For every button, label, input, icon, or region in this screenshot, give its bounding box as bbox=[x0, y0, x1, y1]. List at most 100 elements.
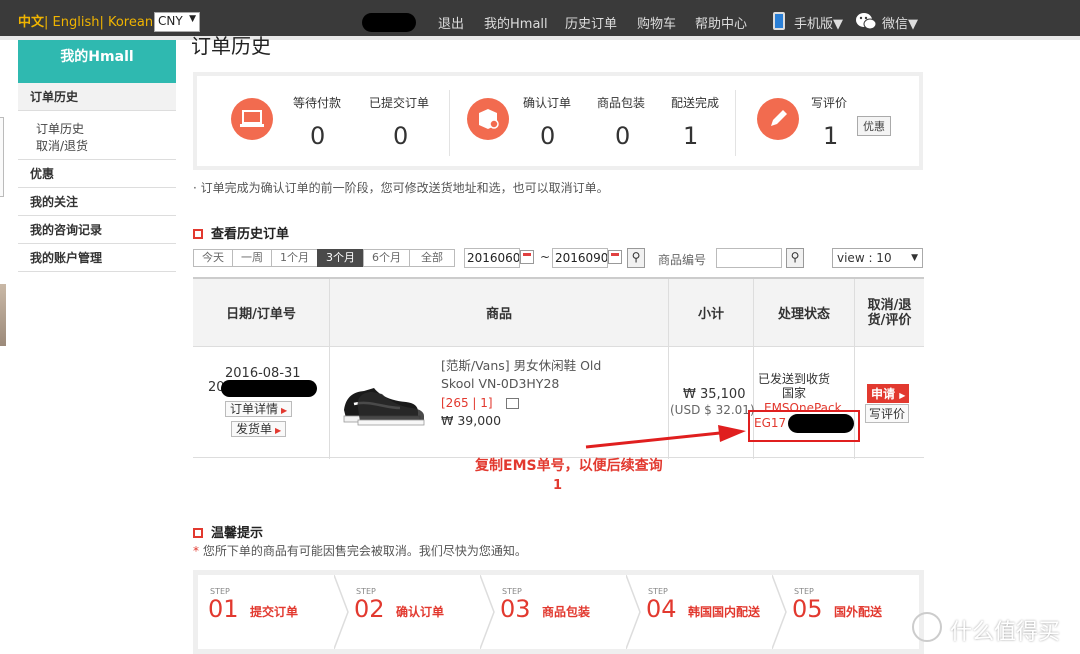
goods-number-input[interactable] bbox=[716, 248, 782, 268]
wechat-link[interactable]: 微信▼ bbox=[882, 13, 918, 32]
watermark-logo-icon bbox=[912, 612, 942, 642]
divider bbox=[449, 90, 450, 156]
cart-link[interactable]: 购物车 bbox=[637, 13, 676, 32]
delivered-count[interactable]: 1 bbox=[683, 122, 698, 150]
order-status-summary: 等待付款 0 已提交订单 0 确认订单 0 商品包装 0 配送完成 1 写评价 … bbox=[193, 72, 923, 170]
laptop-icon bbox=[231, 98, 273, 140]
period-today[interactable]: 今天 bbox=[193, 249, 233, 267]
apply-label: 申请 bbox=[871, 387, 896, 401]
step-number: 01 bbox=[208, 595, 239, 623]
step-5: STEP 05 国外配送 bbox=[782, 575, 919, 649]
product-option: [265 | 1] bbox=[441, 396, 493, 410]
arrow-right-icon: ▶ bbox=[275, 426, 282, 435]
my-hmall-link[interactable]: 我的Hmall bbox=[484, 13, 548, 32]
review-label: 写评价 bbox=[811, 96, 848, 110]
packing-count[interactable]: 0 bbox=[615, 122, 630, 150]
lang-english[interactable]: | English bbox=[44, 15, 99, 30]
review-count[interactable]: 1 bbox=[823, 122, 838, 150]
period-3months[interactable]: 3个月 bbox=[317, 249, 364, 267]
step-title: 提交订单 bbox=[250, 605, 299, 619]
col-header-product: 商品 bbox=[330, 279, 669, 347]
delivered-label: 配送完成 bbox=[671, 96, 720, 110]
order-detail-button[interactable]: 订单详情 ▶ bbox=[225, 401, 293, 417]
left-edge-image bbox=[0, 284, 6, 346]
col-header-actions: 取消/退货/评价 bbox=[855, 279, 924, 347]
currency-select[interactable]: CNY ▼ bbox=[154, 12, 200, 32]
annotation-number: 1 bbox=[553, 478, 563, 493]
history-section-title: 查看历史订单 bbox=[193, 223, 289, 242]
tracking-highlight-box bbox=[748, 410, 860, 442]
sidebar-submenu: 订单历史 取消/退货 bbox=[18, 111, 176, 160]
search-icon[interactable]: ⚲ bbox=[786, 248, 804, 268]
phone-icon bbox=[773, 12, 785, 30]
invoice-button[interactable]: 发货单 ▶ bbox=[231, 421, 287, 437]
write-review-button[interactable]: 写评价 bbox=[865, 404, 910, 423]
watermark: 什么值得买 bbox=[950, 620, 1061, 645]
submitted-count[interactable]: 0 bbox=[393, 122, 408, 150]
date-to-input[interactable]: 20160901 bbox=[552, 248, 608, 268]
history-section-label: 查看历史订单 bbox=[211, 227, 290, 242]
period-all[interactable]: 全部 bbox=[409, 249, 455, 267]
invoice-label: 发货单 bbox=[236, 422, 273, 436]
pending-payment-count[interactable]: 0 bbox=[310, 122, 325, 150]
help-center-link[interactable]: 帮助中心 bbox=[695, 13, 747, 32]
calendar-icon[interactable] bbox=[608, 250, 622, 264]
apply-cancel-button[interactable]: 申请 ▶ bbox=[867, 384, 910, 403]
order-note: · 订单完成为确认订单的前一阶段，您可修改送货地址和选，也可以取消订单。 bbox=[193, 181, 609, 195]
step-title: 商品包装 bbox=[542, 605, 591, 619]
subtotal-krw: ₩ 35,100 bbox=[683, 387, 746, 402]
sidebar-item-favorites[interactable]: 我的关注 bbox=[18, 188, 176, 216]
step-number: 04 bbox=[646, 595, 677, 623]
product-name[interactable]: [范斯/Vans] 男女休闲鞋 Old Skool VN-0D3HY28 bbox=[441, 357, 631, 393]
left-edge-fragment bbox=[0, 117, 4, 197]
section-marker-icon bbox=[193, 229, 203, 239]
period-1week[interactable]: 一周 bbox=[232, 249, 272, 267]
package-icon bbox=[467, 98, 509, 140]
step-title: 确认订单 bbox=[396, 605, 445, 619]
period-6months[interactable]: 6个月 bbox=[363, 249, 410, 267]
wechat-icon bbox=[856, 13, 877, 30]
submitted-label: 已提交订单 bbox=[369, 96, 430, 110]
order-steps: STEP 01 提交订单 STEP 02 确认订单 STEP 03 商品包装 S… bbox=[193, 570, 924, 654]
asterisk: * bbox=[193, 544, 203, 558]
sidebar-item-account[interactable]: 我的账户管理 bbox=[18, 244, 176, 272]
sidebar-subitem-cancel-return[interactable]: 取消/退货 bbox=[36, 138, 176, 155]
confirmed-count[interactable]: 0 bbox=[540, 122, 555, 150]
step-title: 韩国国内配送 bbox=[688, 605, 761, 619]
logout-link[interactable]: 退出 bbox=[438, 13, 464, 32]
search-icon[interactable]: ⚲ bbox=[627, 248, 645, 268]
view-count-value: view : 10 bbox=[837, 251, 892, 265]
section-marker-icon bbox=[193, 528, 203, 538]
view-count-select[interactable]: view : 10 ▼ bbox=[832, 248, 923, 268]
mobile-version-link[interactable]: 手机版▼ bbox=[794, 13, 843, 32]
annotation-text: 复制EMS单号，以便后续查询 bbox=[475, 458, 663, 474]
cell-actions bbox=[855, 347, 924, 459]
sidebar-item-inquiries[interactable]: 我的咨询记录 bbox=[18, 216, 176, 244]
arrow-right-icon: ▶ bbox=[899, 391, 906, 400]
date-from-input[interactable]: 20160601 bbox=[464, 248, 520, 268]
copy-icon[interactable] bbox=[506, 398, 519, 409]
subtotal-usd: (USD $ 32.01) bbox=[670, 403, 755, 417]
col-header-date-order: 日期/订单号 bbox=[193, 279, 330, 347]
sidebar-item-coupons[interactable]: 优惠 bbox=[18, 160, 176, 188]
calendar-icon[interactable] bbox=[520, 250, 534, 264]
period-1month[interactable]: 1个月 bbox=[271, 249, 318, 267]
chevron-down-icon: ▼ bbox=[189, 14, 196, 24]
tips-section-label: 温馨提示 bbox=[211, 526, 264, 541]
currency-value: CNY bbox=[158, 14, 183, 28]
divider bbox=[735, 90, 736, 156]
lang-chinese[interactable]: 中文 bbox=[18, 15, 44, 30]
sidebar-subitem-order-history[interactable]: 订单历史 bbox=[36, 121, 176, 138]
tips-section-title: 温馨提示 bbox=[193, 522, 263, 541]
col-header-status: 处理状态 bbox=[754, 279, 855, 347]
lang-korean[interactable]: | Korean bbox=[99, 15, 153, 30]
coupon-badge[interactable]: 优惠 bbox=[857, 116, 891, 136]
sidebar-header[interactable]: 我的Hmall bbox=[18, 40, 176, 83]
step-4: STEP 04 韩国国内配送 bbox=[636, 575, 787, 649]
product-thumbnail[interactable] bbox=[340, 374, 426, 430]
sidebar-item-order-history[interactable]: 订单历史 bbox=[18, 83, 176, 111]
order-history-link[interactable]: 历史订单 bbox=[565, 13, 617, 32]
confirmed-label: 确认订单 bbox=[523, 96, 572, 110]
order-detail-label: 订单详情 bbox=[230, 402, 279, 416]
step-2: STEP 02 确认订单 bbox=[344, 575, 495, 649]
